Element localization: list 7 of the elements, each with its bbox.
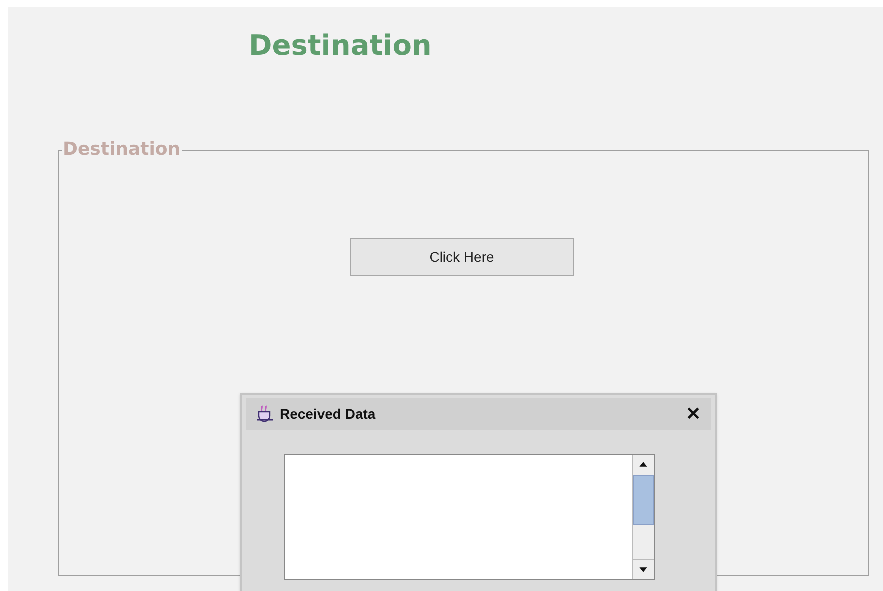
- click-here-button[interactable]: Click Here: [350, 238, 574, 276]
- close-button[interactable]: ✕: [686, 405, 701, 423]
- scrollbar[interactable]: [632, 455, 654, 579]
- dialog-title: Received Data: [280, 404, 376, 424]
- scrollbar-thumb[interactable]: [633, 475, 654, 525]
- coffee-cup-icon: [256, 405, 274, 423]
- page-title: Destination: [249, 29, 432, 62]
